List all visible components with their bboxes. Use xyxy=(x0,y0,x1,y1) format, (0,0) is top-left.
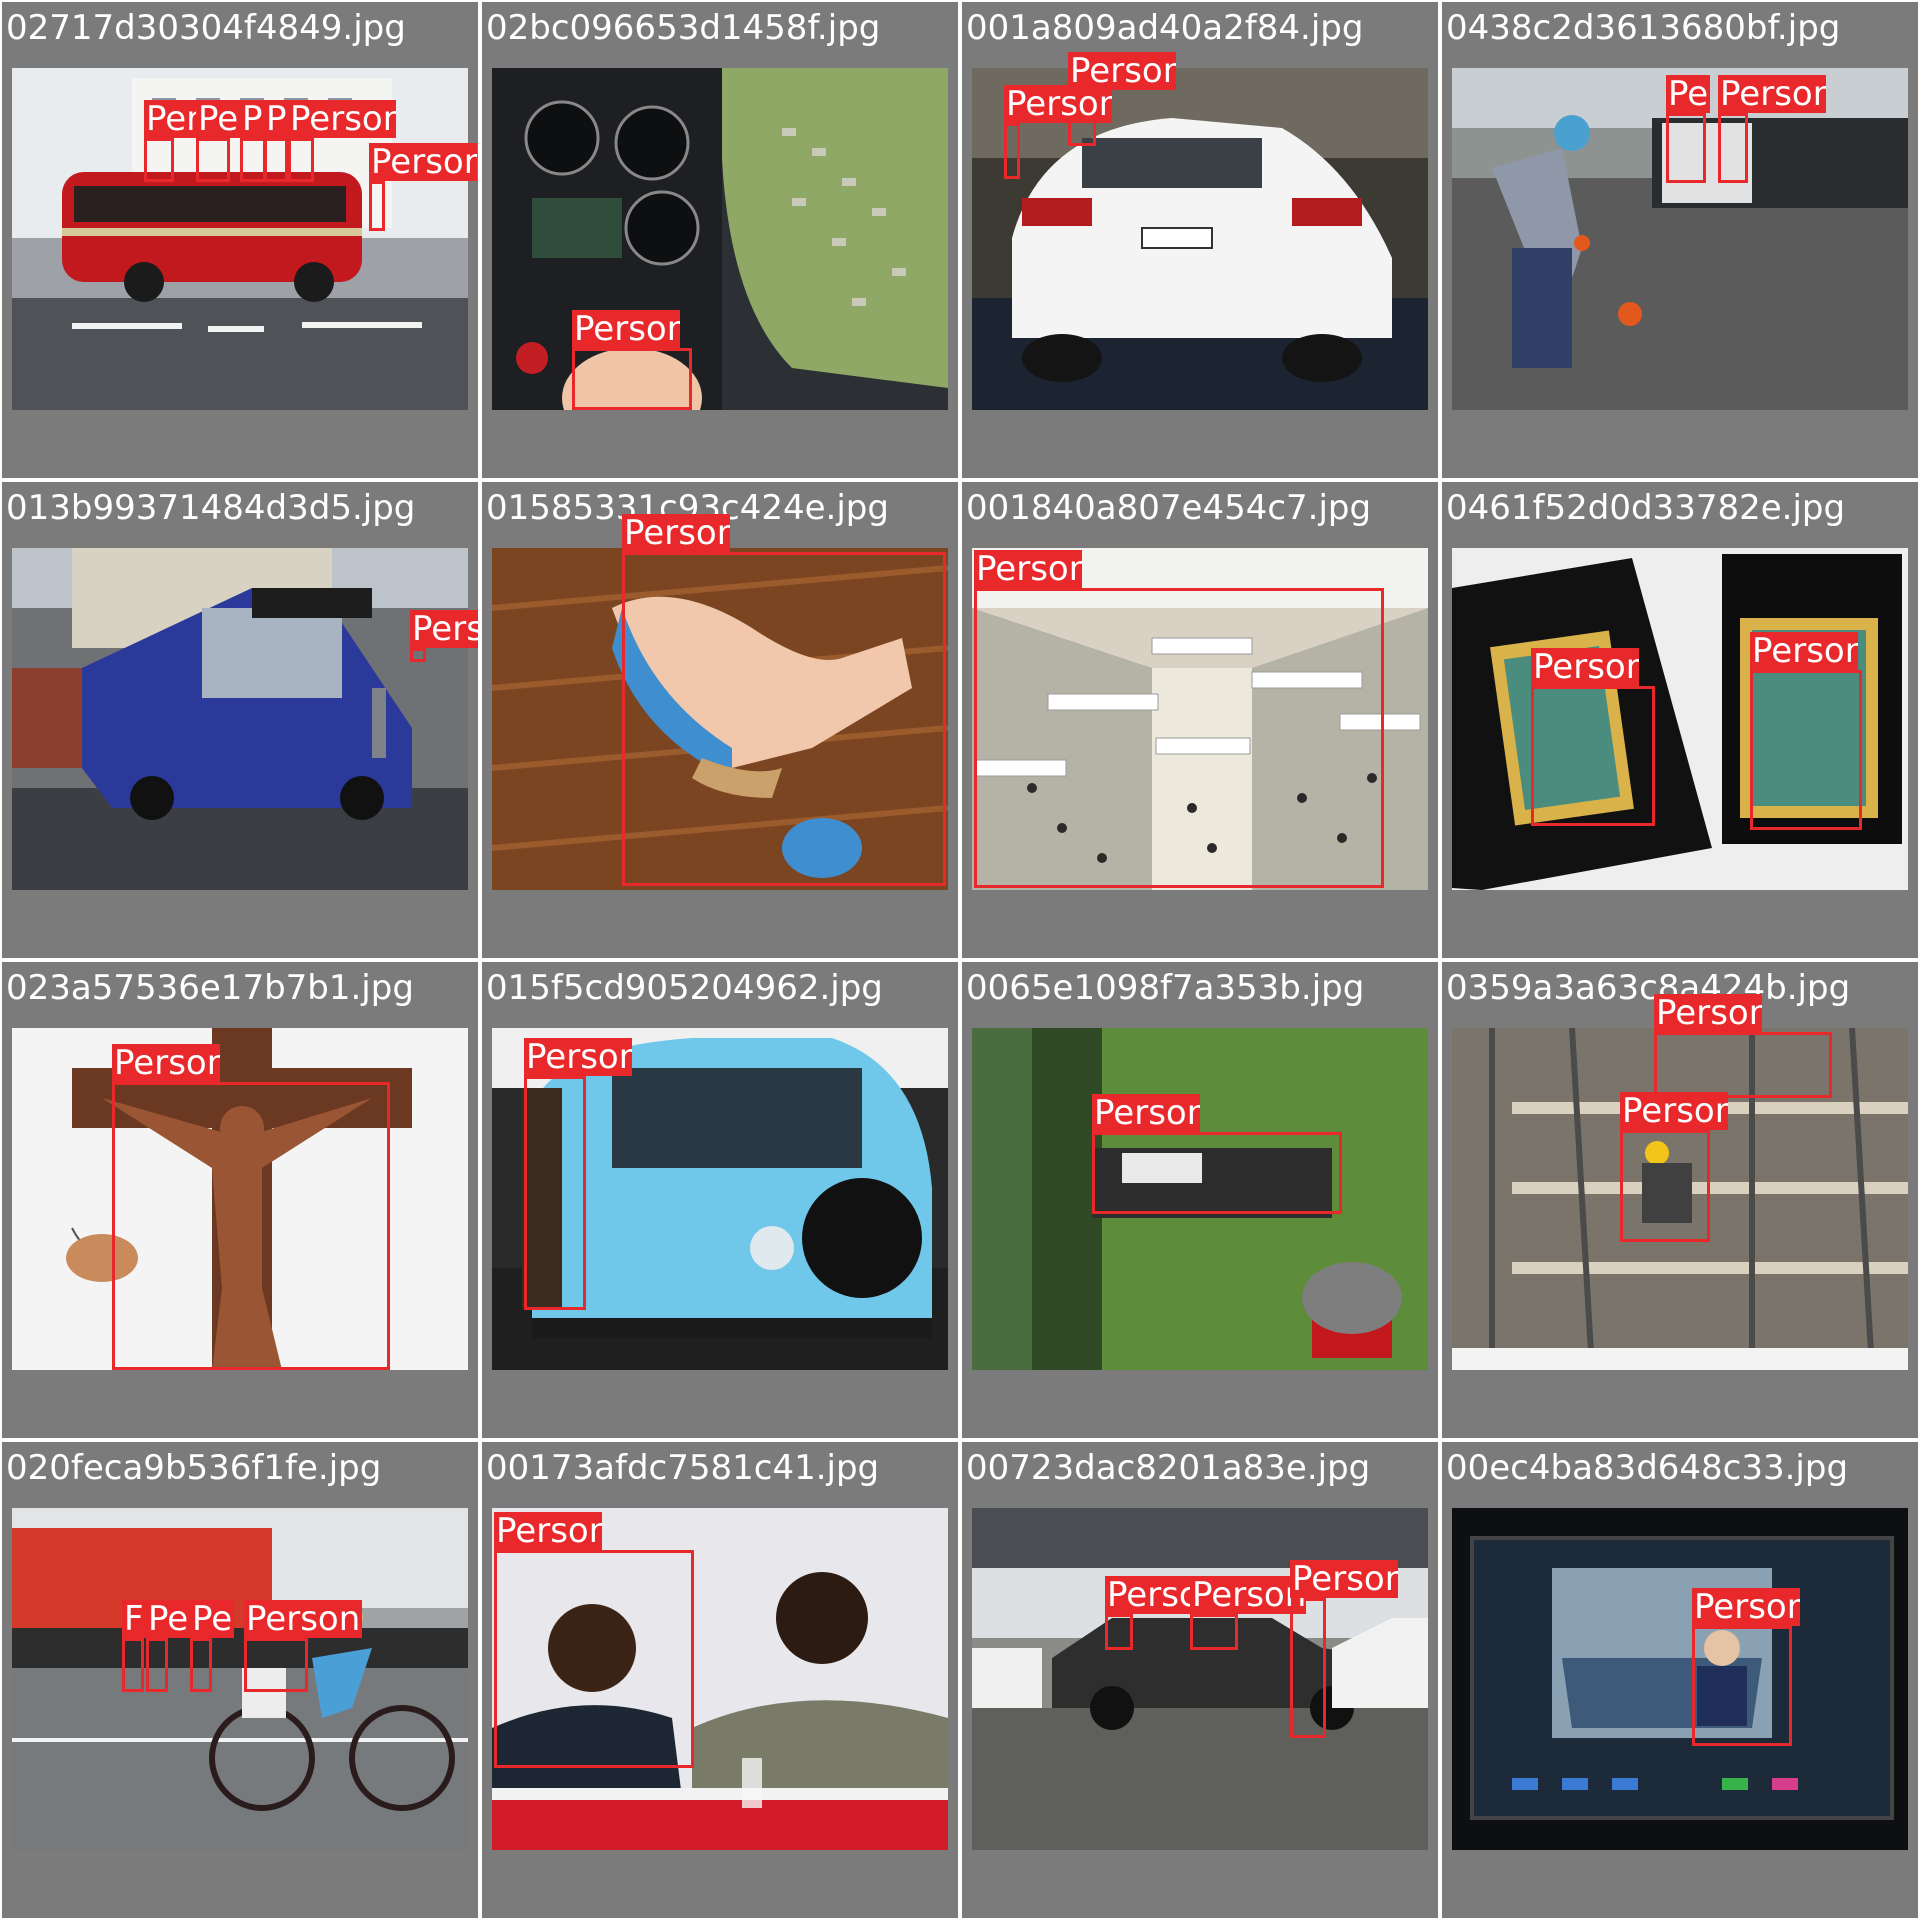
detection-box xyxy=(1105,1614,1133,1650)
detection-label: Person xyxy=(1692,1588,1800,1626)
detection-label: Person xyxy=(524,1038,632,1076)
detection-box xyxy=(1531,686,1655,826)
detection-label: Person xyxy=(572,310,680,348)
detection-label: Person xyxy=(974,550,1082,588)
detection-box xyxy=(1666,113,1706,183)
detection-box xyxy=(112,1082,390,1370)
image-tile: 00723dac8201a83e.jpg Persc Person Person xyxy=(962,1442,1438,1918)
detection-label: Person xyxy=(1750,632,1858,670)
detection-label: Pe xyxy=(196,100,241,138)
tile-filename: 02717d30304f4849.jpg xyxy=(6,8,406,48)
detection-box xyxy=(410,648,426,662)
detection-box xyxy=(524,1076,586,1310)
detection-label: Person xyxy=(1004,85,1112,123)
tile-filename: 00173afdc7581c41.jpg xyxy=(486,1448,880,1488)
detection-box xyxy=(572,348,692,410)
tile-photo xyxy=(12,548,468,890)
detection-box xyxy=(244,1638,308,1692)
detection-box xyxy=(146,1638,168,1692)
tile-filename: 0438c2d3613680bf.jpg xyxy=(1446,8,1841,48)
detection-box xyxy=(190,1638,212,1692)
detection-box xyxy=(1692,1626,1792,1746)
detection-box xyxy=(1092,1132,1342,1214)
detection-label: Persc xyxy=(1105,1576,1200,1614)
tile-filename: 013b99371484d3d5.jpg xyxy=(6,488,416,528)
detection-label: Person xyxy=(1092,1094,1200,1132)
detection-label: Person xyxy=(244,1600,363,1638)
image-tile: 0359a3a63c8a424b.jpg Person Person xyxy=(1442,962,1918,1438)
detection-box xyxy=(494,1550,694,1768)
detection-label: Person xyxy=(1531,648,1639,686)
image-tile: 0461f52d0d33782e.jpg Person Person xyxy=(1442,482,1918,958)
detection-label: F xyxy=(122,1600,146,1638)
image-tile: 020feca9b536f1fe.jpg F Pe Pe Person xyxy=(2,1442,478,1918)
detection-label: Person xyxy=(288,100,396,138)
detection-box xyxy=(144,138,174,182)
image-tile: 02bc096653d1458f.jpg Person xyxy=(482,2,958,478)
tile-photo xyxy=(1452,1508,1908,1850)
image-tile: 001840a807e454c7.jpg Person xyxy=(962,482,1438,958)
image-tile: 0438c2d3613680bf.jpg Pe Person xyxy=(1442,2,1918,478)
detection-box xyxy=(264,138,288,182)
image-tile: 01585331c93c424e.jpg Person xyxy=(482,482,958,958)
detection-label: Person xyxy=(1290,1560,1398,1598)
detection-label: Pe xyxy=(190,1600,235,1638)
tile-filename: 00723dac8201a83e.jpg xyxy=(966,1448,1371,1488)
detection-label: P xyxy=(264,100,289,138)
detection-box xyxy=(1718,113,1748,183)
tile-photo xyxy=(492,68,948,410)
detection-box xyxy=(1620,1130,1710,1242)
detection-box xyxy=(196,138,230,182)
detection-box xyxy=(622,552,946,886)
tile-filename: 0461f52d0d33782e.jpg xyxy=(1446,488,1846,528)
detection-box xyxy=(1190,1614,1238,1650)
mosaic-grid: 02717d30304f4849.jpg Per Pe P P Person Person 0… xyxy=(0,0,1920,1920)
tile-filename: 023a57536e17b7b1.jpg xyxy=(6,968,414,1008)
image-tile: 02717d30304f4849.jpg Per Pe P P Person Person xyxy=(2,2,478,478)
detection-box xyxy=(240,138,266,182)
detection-label: Person xyxy=(112,1044,220,1082)
tile-filename: 020feca9b536f1fe.jpg xyxy=(6,1448,382,1488)
detection-box xyxy=(288,138,314,182)
detection-box xyxy=(1750,670,1862,830)
detection-label: Pe xyxy=(146,1600,191,1638)
detection-label: Person xyxy=(1654,994,1762,1032)
detection-label: Person xyxy=(1190,1576,1306,1614)
tile-filename: 02bc096653d1458f.jpg xyxy=(486,8,881,48)
image-tile: 00173afdc7581c41.jpg Person xyxy=(482,1442,958,1918)
image-tile: 023a57536e17b7b1.jpg Person xyxy=(2,962,478,1438)
detection-box xyxy=(1290,1598,1326,1738)
image-tile: 0065e1098f7a353b.jpg Person xyxy=(962,962,1438,1438)
detection-label: P xyxy=(240,100,265,138)
detection-label: Person xyxy=(494,1512,602,1550)
image-tile: 001a809ad40a2f84.jpg Person Person xyxy=(962,2,1438,478)
tile-filename: 015f5cd905204962.jpg xyxy=(486,968,883,1008)
image-tile: 015f5cd905204962.jpg Person xyxy=(482,962,958,1438)
detection-label: Person xyxy=(1620,1092,1728,1130)
tile-filename: 0359a3a63c8a424b.jpg xyxy=(1446,968,1851,1008)
detection-label: Person xyxy=(410,610,478,648)
detection-label: Person xyxy=(369,143,477,181)
detection-box xyxy=(1654,1032,1832,1098)
image-tile: 00ec4ba83d648c33.jpg Person xyxy=(1442,1442,1918,1918)
detection-label: Person xyxy=(1068,52,1176,90)
detection-label: Pe xyxy=(1666,75,1711,113)
detection-box xyxy=(122,1638,144,1692)
image-tile: 013b99371484d3d5.jpg Person xyxy=(2,482,478,958)
tile-filename: 001a809ad40a2f84.jpg xyxy=(966,8,1364,48)
detection-label: Person xyxy=(622,514,730,552)
tile-filename: 001840a807e454c7.jpg xyxy=(966,488,1372,528)
tile-photo xyxy=(12,1508,468,1850)
detection-label: Person xyxy=(1718,75,1826,113)
detection-box xyxy=(1004,123,1020,179)
detection-box xyxy=(974,588,1384,888)
tile-filename: 00ec4ba83d648c33.jpg xyxy=(1446,1448,1849,1488)
detection-box xyxy=(369,181,385,231)
tile-filename: 0065e1098f7a353b.jpg xyxy=(966,968,1365,1008)
detection-label: Per xyxy=(144,100,202,138)
